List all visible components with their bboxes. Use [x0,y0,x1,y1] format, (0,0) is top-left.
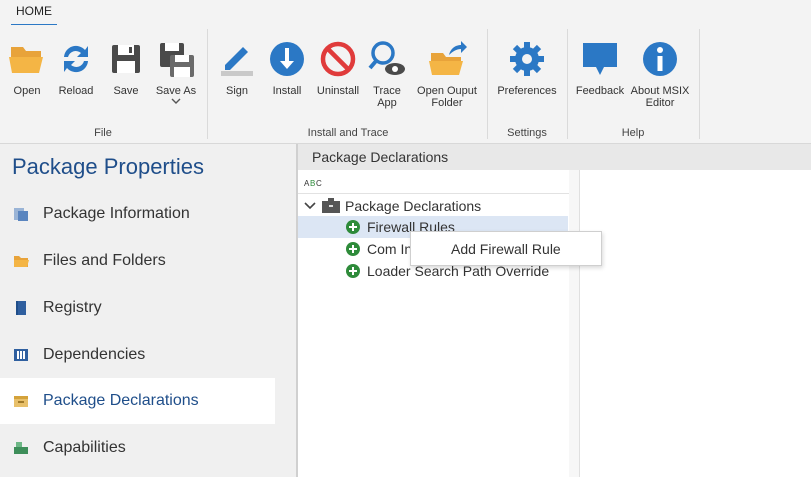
open-button[interactable]: Open [4,39,50,129]
save-as-icon [160,43,194,77]
open-output-folder-label: Open Ouput Folder [417,85,477,109]
feedback-speech-icon [583,43,617,75]
declarations-icon [14,396,28,407]
uninstall-label: Uninstall [316,85,360,97]
save-as-label: Save As [155,85,197,97]
save-as-button[interactable]: Save As [152,39,200,129]
tree-node-label: Com In [367,241,413,257]
sort-alphabetical-icon[interactable]: A B C [304,176,322,188]
preferences-label: Preferences [497,85,557,97]
sign-label: Sign [225,85,249,97]
reload-icon [64,45,88,73]
sidebar-item-package-declarations[interactable]: Package Declarations [0,378,275,424]
sidebar-title: Package Properties [12,154,204,179]
group-label-install-trace: Install and Trace [307,127,389,139]
pane-splitter[interactable] [569,170,579,477]
group-separator [207,29,208,139]
gear-icon [510,42,544,76]
ribbon-tab-bar: HOME [0,0,811,26]
trace-app-button[interactable]: Trace App [366,39,408,129]
uninstall-block-icon [320,41,356,77]
sidebar-item-dependencies[interactable]: Dependencies [0,332,275,378]
sidebar-item-label: Registry [43,299,102,316]
add-icon [346,220,360,234]
sidebar-item-label: Dependencies [43,346,146,363]
save-disk-icon [112,45,140,73]
declarations-tree: A B C Package Declarations Firewall Rule… [298,170,569,477]
capabilities-icon [14,442,28,454]
uninstall-button[interactable]: Uninstall [314,39,362,129]
briefcase-icon [322,198,340,213]
save-label: Save [113,85,139,97]
group-label-settings: Settings [507,127,547,139]
folder-icon [14,256,29,267]
save-button[interactable]: Save [104,39,148,129]
panel-header: Package Declarations [298,144,811,170]
preferences-button[interactable]: Preferences [493,39,561,129]
context-menu: Add Firewall Rule [410,231,602,266]
svg-text:B: B [310,179,315,188]
reload-label: Reload [58,85,94,97]
sign-button[interactable]: Sign [214,39,260,129]
sidebar: Package Properties Package Information F… [0,144,296,477]
group-separator [699,29,700,139]
open-output-folder-button[interactable]: Open Ouput Folder [414,39,480,129]
chevron-down-icon[interactable] [304,201,316,211]
sidebar-item-package-information[interactable]: Package Information [0,191,275,237]
install-button[interactable]: Install [265,39,309,129]
sidebar-item-registry[interactable]: Registry [0,285,275,331]
details-pane [579,170,811,477]
dependencies-icon [14,349,28,361]
add-icon [346,242,360,256]
sidebar-item-label: Files and Folders [43,252,166,269]
svg-text:C: C [316,179,322,188]
sidebar-item-label: Package Declarations [43,392,199,409]
about-button[interactable]: About MSIX Editor [629,39,691,129]
tree-toolbar-divider [298,193,569,194]
sidebar-item-capabilities[interactable]: Capabilities [0,425,275,471]
sidebar-item-label: Package Information [43,205,190,222]
open-folder-icon [9,47,43,73]
info-icon [643,42,677,76]
add-icon [346,264,360,278]
tree-node-package-declarations[interactable]: Package Declarations [345,198,481,214]
sidebar-item-files-and-folders[interactable]: Files and Folders [0,238,275,284]
output-folder-icon [429,41,467,75]
registry-icon [16,301,26,315]
reload-button[interactable]: Reload [54,39,98,129]
group-label-help: Help [621,127,645,139]
group-separator [487,29,488,139]
feedback-button[interactable]: Feedback [573,39,627,129]
trace-magnifier-icon [368,41,405,75]
about-label: About MSIX Editor [630,85,690,109]
ribbon: Open Reload Save Save As File Sign Insta… [0,25,811,144]
panel-title: Package Declarations [312,149,449,165]
group-label-file: File [94,127,112,139]
sidebar-item-label: Capabilities [43,439,126,456]
context-menu-item-add-firewall-rule[interactable]: Add Firewall Rule [451,241,561,257]
feedback-label: Feedback [575,85,625,97]
chevron-down-icon[interactable] [171,98,181,104]
tab-home[interactable]: HOME [11,3,57,26]
trace-app-label: Trace App [373,85,401,109]
install-label: Install [272,85,302,97]
group-separator [567,29,568,139]
sign-pen-icon [221,47,253,76]
install-download-icon [270,42,304,76]
package-info-icon [14,208,28,221]
open-label: Open [13,85,41,97]
